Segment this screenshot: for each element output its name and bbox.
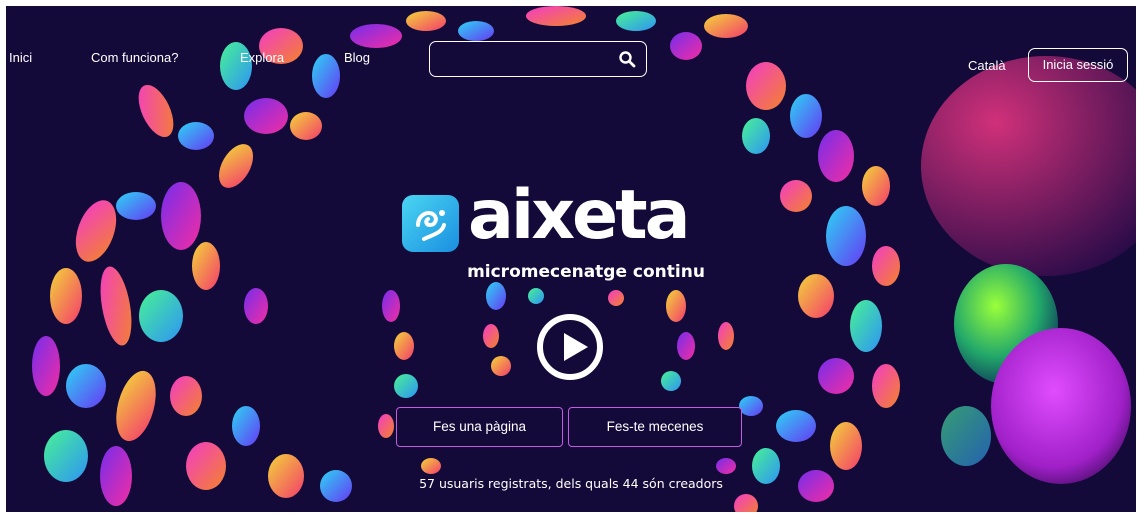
nav-explora[interactable]: Explora [240,50,284,65]
nav-inici[interactable]: Inici [9,50,32,65]
play-icon[interactable] [564,333,588,361]
nav-blog[interactable]: Blog [344,50,370,65]
top-nav: Inici Com funciona? Explora Blog Català … [6,6,1136,82]
play-video-button[interactable] [537,314,603,380]
brand-name: aixeta [468,176,691,255]
language-selector[interactable]: Català [968,58,1006,73]
aixeta-logo-icon [402,195,459,252]
create-page-button[interactable]: Fes una pàgina [396,407,563,447]
tap-drop-icon [416,210,446,241]
page-frame: Inici Com funciona? Explora Blog Català … [6,6,1136,512]
login-button[interactable]: Inicia sessió [1028,48,1128,82]
nav-com-funciona[interactable]: Com funciona? [91,50,178,65]
search-box[interactable] [429,41,647,77]
user-stats: 57 usuaris registrats, dels quals 44 són… [419,476,723,491]
become-patron-button[interactable]: Fes-te mecenes [568,407,742,447]
search-icon[interactable] [618,50,636,68]
brand-tagline: micromecenatge continu [467,262,705,282]
search-input[interactable] [438,48,612,72]
